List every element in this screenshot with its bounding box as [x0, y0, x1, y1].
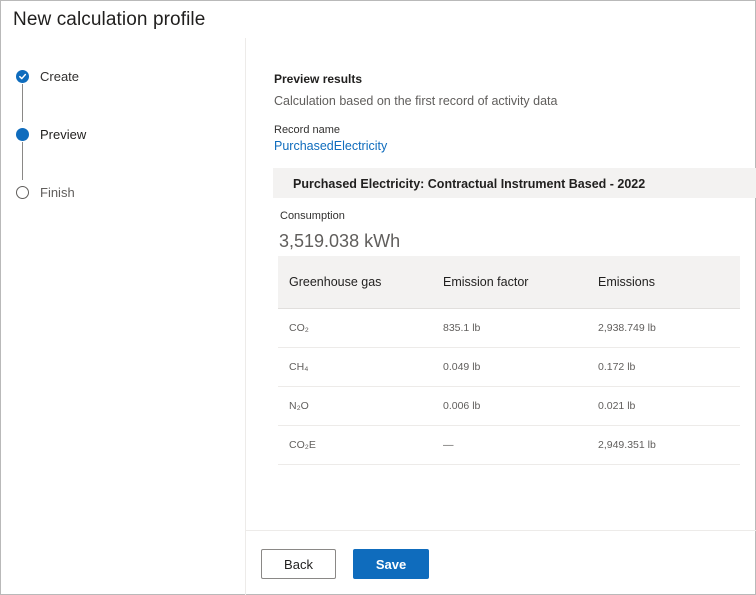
- group-header: Purchased Electricity: Contractual Instr…: [273, 168, 756, 198]
- gas-cell: N₂O: [278, 386, 432, 426]
- gas-cell: CO₂: [278, 308, 432, 348]
- page-title: New calculation profile: [13, 9, 206, 30]
- footer-divider: [246, 530, 756, 531]
- step-label: Finish: [40, 184, 75, 200]
- gas-cell: CO₂E: [278, 425, 432, 465]
- emissions-cell: 0.021 lb: [587, 386, 740, 426]
- factor-cell: 0.049 lb: [432, 347, 587, 387]
- stepper-divider: [245, 38, 246, 595]
- column-header-gas: Greenhouse gas: [278, 256, 432, 309]
- emissions-cell: 0.172 lb: [587, 347, 740, 387]
- step-connector: [22, 84, 24, 122]
- column-header-emissions: Emissions: [587, 256, 740, 309]
- gas-cell: CH₄: [278, 347, 432, 387]
- step-finish[interactable]: Finish: [16, 182, 75, 202]
- table-row: CO₂ 835.1 lb 2,938.749 lb: [278, 308, 740, 348]
- preview-subtitle: Calculation based on the first record of…: [274, 94, 558, 108]
- step-preview[interactable]: Preview: [16, 124, 86, 144]
- empty-circle-icon: [16, 185, 29, 199]
- back-button[interactable]: Back: [261, 549, 336, 579]
- factor-cell: 0.006 lb: [432, 386, 587, 426]
- table-row: CH₄ 0.049 lb 0.172 lb: [278, 347, 740, 387]
- consumption-label: Consumption: [280, 210, 345, 222]
- factor-cell: —: [432, 425, 587, 465]
- group-title: Purchased Electricity: Contractual Instr…: [293, 177, 646, 191]
- factor-cell: 835.1 lb: [432, 308, 587, 348]
- table-row: N₂O 0.006 lb 0.021 lb: [278, 386, 740, 426]
- current-step-dot-icon: [16, 127, 29, 141]
- record-name-link[interactable]: PurchasedElectricity: [274, 139, 387, 153]
- step-label: Create: [40, 68, 80, 84]
- step-connector: [22, 142, 24, 180]
- column-header-factor: Emission factor: [432, 256, 587, 309]
- step-create[interactable]: Create: [16, 66, 79, 86]
- emissions-cell: 2,938.749 lb: [587, 308, 740, 348]
- emissions-table: Greenhouse gas Emission factor Emissions…: [278, 256, 740, 465]
- checkmark-icon: [16, 69, 29, 83]
- table-row: CO₂E — 2,949.351 lb: [278, 425, 740, 465]
- emissions-cell: 2,949.351 lb: [587, 425, 740, 465]
- consumption-value: 3,519.038 kWh: [279, 231, 401, 251]
- preview-title: Preview results: [274, 72, 363, 86]
- table-header-row: Greenhouse gas Emission factor Emissions: [278, 256, 740, 309]
- record-name-label: Record name: [274, 124, 341, 136]
- save-button[interactable]: Save: [353, 549, 429, 579]
- step-label: Preview: [40, 126, 87, 142]
